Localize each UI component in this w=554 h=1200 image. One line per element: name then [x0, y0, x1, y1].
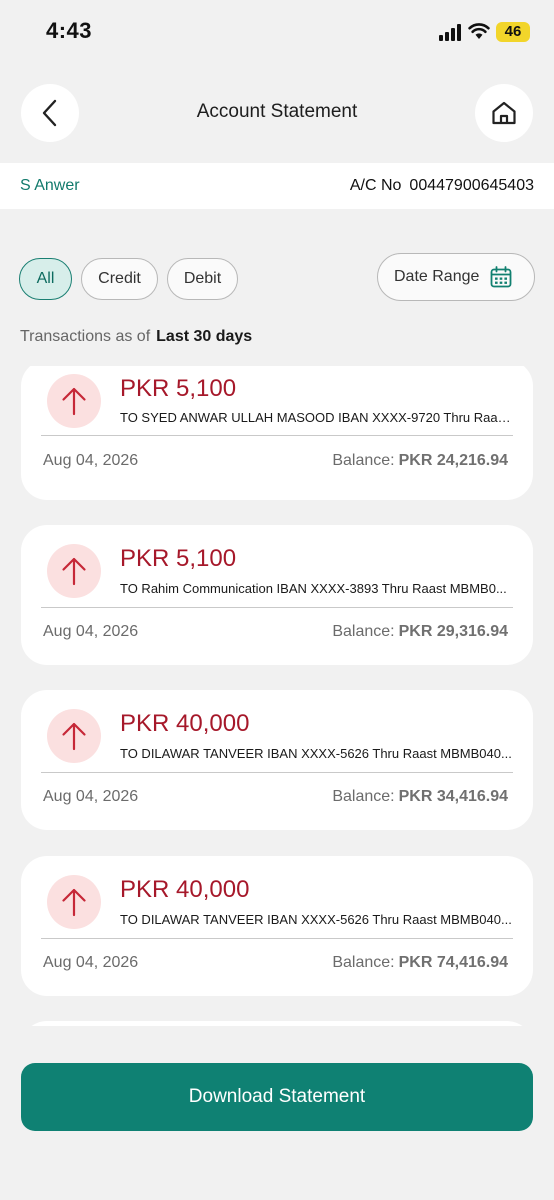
transaction-amount: PKR 40,000 [120, 876, 250, 903]
transaction-card[interactable]: PKR 5,100 TO SYED ANWAR ULLAH MASOOD IBA… [21, 366, 533, 500]
divider [41, 607, 513, 608]
account-number-row: A/C No 00447900645403 [350, 177, 534, 195]
transaction-date: Aug 04, 2026 [43, 788, 139, 805]
balance-value: PKR 29,316.94 [398, 623, 508, 640]
balance-label: Balance: [332, 623, 395, 640]
status-bar: 4:43 46 [0, 0, 554, 66]
cellular-signal-icon [439, 24, 461, 41]
caption-period: Last 30 days [156, 328, 253, 345]
transaction-list[interactable]: PKR 5,100 TO SYED ANWAR ULLAH MASOOD IBA… [0, 366, 554, 1026]
account-number: 00447900645403 [409, 177, 534, 194]
debit-badge [47, 709, 101, 763]
balance-value: PKR 24,216.94 [398, 452, 508, 469]
transactions-caption: Transactions as of Last 30 days [20, 328, 252, 346]
home-button[interactable] [475, 84, 533, 142]
transaction-card-partial[interactable] [21, 1021, 533, 1026]
balance-label: Balance: [332, 788, 395, 805]
transaction-balance: Balance: PKR 74,416.94 [332, 954, 508, 972]
arrow-up-icon [62, 557, 86, 586]
date-range-label: Date Range [394, 268, 480, 285]
wifi-icon [468, 23, 490, 39]
balance-label: Balance: [332, 954, 395, 971]
transaction-date: Aug 04, 2026 [43, 452, 139, 469]
transaction-description: TO Rahim Communication IBAN XXXX-3893 Th… [120, 581, 507, 596]
arrow-up-icon [62, 722, 86, 751]
transaction-balance: Balance: PKR 29,316.94 [332, 623, 508, 641]
account-number-label: A/C No [349, 177, 402, 194]
divider [41, 772, 513, 773]
transaction-amount: PKR 5,100 [120, 545, 237, 572]
transaction-balance: Balance: PKR 24,216.94 [332, 452, 508, 470]
balance-label: Balance: [332, 452, 395, 469]
status-time: 4:43 [46, 18, 93, 43]
transaction-card[interactable]: PKR 40,000 TO DILAWAR TANVEER IBAN XXXX-… [21, 856, 533, 996]
transaction-description: TO DILAWAR TANVEER IBAN XXXX-5626 Thru R… [120, 912, 512, 927]
transaction-description: TO DILAWAR TANVEER IBAN XXXX-5626 Thru R… [120, 746, 512, 761]
page-title: Account Statement [196, 101, 358, 122]
debit-badge [47, 544, 101, 598]
account-holder-name: S Anwer [20, 177, 80, 194]
transaction-amount: PKR 40,000 [120, 710, 250, 737]
transaction-date: Aug 04, 2026 [43, 623, 139, 640]
caption-prefix: Transactions as of [20, 328, 151, 345]
filter-chip-credit[interactable]: Credit [81, 258, 158, 300]
balance-value: PKR 74,416.94 [398, 954, 508, 971]
transaction-description: TO SYED ANWAR ULLAH MASOOD IBAN XXXX-972… [120, 410, 512, 425]
arrow-up-icon [62, 387, 86, 416]
home-icon [492, 101, 516, 125]
transaction-date: Aug 04, 2026 [43, 954, 139, 971]
divider [41, 435, 513, 436]
balance-value: PKR 34,416.94 [398, 788, 508, 805]
filter-chip-debit[interactable]: Debit [167, 258, 238, 300]
calendar-icon [490, 266, 512, 288]
debit-badge [47, 875, 101, 929]
account-strip: S Anwer A/C No 00447900645403 [0, 163, 554, 209]
transaction-card[interactable]: PKR 40,000 TO DILAWAR TANVEER IBAN XXXX-… [21, 690, 533, 830]
filter-chip-all[interactable]: All [19, 258, 72, 300]
transaction-balance: Balance: PKR 34,416.94 [332, 788, 508, 806]
transaction-amount: PKR 5,100 [120, 375, 237, 402]
arrow-up-icon [62, 888, 86, 917]
transaction-card[interactable]: PKR 5,100 TO Rahim Communication IBAN XX… [21, 525, 533, 665]
download-statement-button[interactable]: Download Statement [21, 1063, 533, 1131]
battery-indicator: 46 [496, 22, 530, 42]
date-range-button[interactable]: Date Range [377, 253, 535, 301]
debit-badge [47, 374, 101, 428]
divider [41, 938, 513, 939]
